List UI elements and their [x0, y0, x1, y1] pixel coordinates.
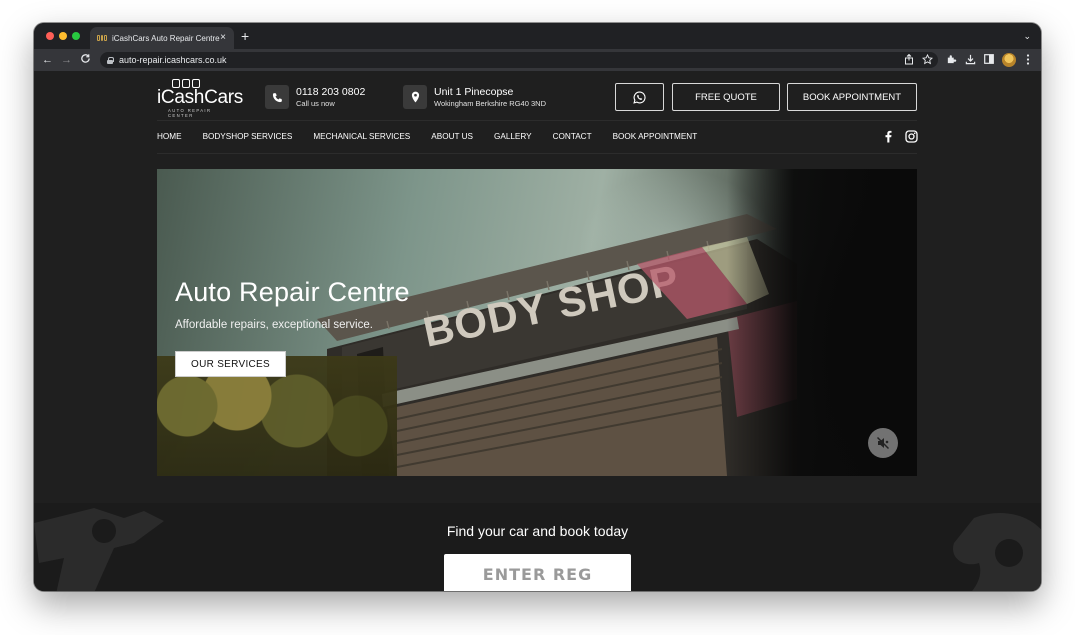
site-logo[interactable]: iCashCars AUTO REPAIR CENTER — [157, 79, 243, 118]
browser-tab-active[interactable]: iCashCars Auto Repair Centre × — [90, 27, 234, 49]
free-quote-button[interactable]: FREE QUOTE — [672, 83, 780, 111]
find-car-title: Find your car and book today — [446, 523, 629, 539]
whatsapp-button[interactable] — [615, 83, 664, 111]
phone-icon — [265, 85, 289, 109]
url-text: auto-repair.icashcars.co.uk — [119, 55, 227, 65]
location-pin-icon — [403, 85, 427, 109]
facebook-icon[interactable] — [882, 130, 895, 143]
profile-avatar[interactable] — [1002, 53, 1016, 67]
extensions-icon[interactable] — [946, 54, 957, 69]
wrench-decor-icon — [953, 513, 1041, 591]
nav-divider — [157, 120, 917, 121]
book-appointment-button[interactable]: BOOK APPOINTMENT — [787, 83, 917, 111]
bookmark-star-icon[interactable] — [921, 53, 934, 69]
minimize-window-button[interactable] — [59, 32, 67, 40]
our-services-button[interactable]: OUR SERVICES — [175, 351, 286, 377]
wrench-decor-icon — [34, 508, 164, 591]
browser-menu-icon[interactable] — [1026, 54, 1030, 69]
nav-gallery[interactable]: GALLERY — [494, 130, 532, 144]
logo-tagline: AUTO REPAIR CENTER — [168, 108, 212, 118]
close-window-button[interactable] — [46, 32, 54, 40]
side-panel-icon[interactable] — [984, 54, 994, 68]
nav-divider — [157, 153, 917, 154]
site-favicon-icon — [97, 35, 108, 41]
hero-video: BODY SHOP Auto Repair Centre Affordable … — [157, 169, 917, 476]
mute-toggle-button[interactable] — [868, 428, 898, 458]
back-arrow-icon[interactable]: ← — [42, 53, 53, 67]
tab-strip: iCashCars Auto Repair Centre × + ⌄ — [34, 23, 1041, 49]
phone-contact[interactable]: 0118 203 0802 Call us now — [265, 85, 365, 109]
browser-toolbar: ← → auto-repair.icashcars.co.uk — [34, 49, 1041, 71]
address-line1: Unit 1 Pinecopse — [434, 85, 514, 98]
nav-bodyshop-services[interactable]: BODYSHOP SERVICES — [203, 130, 293, 144]
main-navigation: HOME BODYSHOP SERVICES MECHANICAL SERVIC… — [157, 130, 718, 144]
registration-input[interactable] — [444, 564, 631, 584]
reload-icon[interactable] — [80, 53, 91, 68]
nav-mechanical-services[interactable]: MECHANICAL SERVICES — [313, 130, 410, 144]
lock-icon — [107, 56, 114, 64]
share-icon[interactable] — [904, 53, 914, 69]
reg-input-box — [444, 554, 631, 591]
tab-close-icon[interactable]: × — [220, 33, 226, 43]
address-contact[interactable]: Unit 1 Pinecopse Wokingham Berkshire RG4… — [403, 85, 546, 109]
phone-number: 0118 203 0802 — [296, 85, 366, 98]
logo-wordmark: iCashCars — [157, 87, 243, 108]
address-line2: Wokingham Berkshire RG40 3ND — [434, 98, 546, 108]
whatsapp-icon — [633, 91, 646, 104]
download-icon[interactable] — [965, 54, 976, 69]
hero-subtitle: Affordable repairs, exceptional service. — [175, 319, 373, 331]
maximize-window-button[interactable] — [72, 32, 80, 40]
find-car-section: Find your car and book today — [34, 503, 1041, 591]
phone-label: Call us now — [296, 98, 335, 108]
new-tab-button[interactable]: + — [241, 28, 249, 44]
forward-arrow-icon[interactable]: → — [61, 53, 72, 67]
nav-book-appointment[interactable]: BOOK APPOINTMENT — [613, 130, 698, 144]
muted-speaker-icon — [876, 436, 890, 450]
web-page: iCashCars AUTO REPAIR CENTER 0118 203 08… — [34, 71, 1041, 591]
browser-window: iCashCars Auto Repair Centre × + ⌄ ← → a… — [34, 23, 1041, 591]
tab-search-chevron-icon[interactable]: ⌄ — [1023, 31, 1031, 42]
address-bar[interactable]: auto-repair.icashcars.co.uk — [100, 52, 938, 68]
hero-title: Auto Repair Centre — [175, 277, 410, 307]
nav-about-us[interactable]: ABOUT US — [431, 130, 473, 144]
nav-contact[interactable]: CONTACT — [553, 130, 592, 144]
nav-home[interactable]: HOME — [157, 130, 182, 144]
instagram-icon[interactable] — [905, 130, 918, 143]
tab-title: iCashCars Auto Repair Centre — [112, 33, 220, 43]
